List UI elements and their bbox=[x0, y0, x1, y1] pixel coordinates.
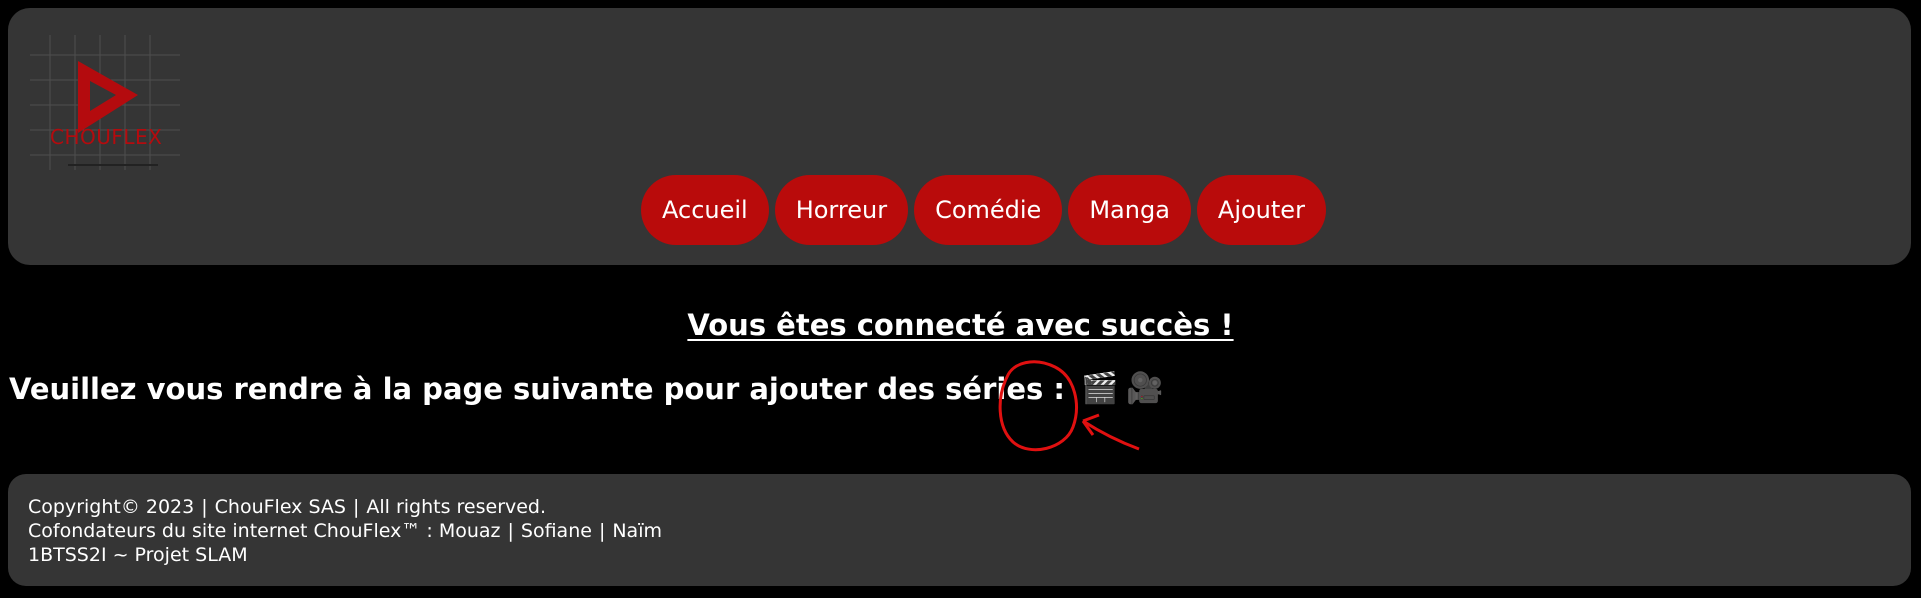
site-header: CHOUFLEX Accueil Horreur Comédie Manga A… bbox=[8, 8, 1911, 265]
footer-copyright-line: Copyright© 2023 | ChouFlex SAS | All rights … bbox=[28, 496, 547, 518]
nav-accueil-button[interactable]: Accueil bbox=[641, 175, 769, 245]
instruction-text: Veuillez vous rendre à la page suivante … bbox=[9, 372, 1065, 406]
founder-name: Mouaz bbox=[438, 520, 501, 542]
footer-founders-line: Cofondateurs du site internet ChouFlex™ … bbox=[28, 520, 662, 542]
instruction-row: Veuillez vous rendre à la page suivante … bbox=[9, 372, 1170, 406]
logo-text: CHOUFLEX bbox=[50, 125, 163, 149]
founder-name: Sofiane bbox=[520, 520, 592, 542]
movie-camera-icon: 🎥 bbox=[1126, 371, 1164, 406]
nav-horreur-button[interactable]: Horreur bbox=[774, 175, 909, 245]
chouflex-logo[interactable]: CHOUFLEX bbox=[30, 35, 185, 175]
success-message: Vous êtes connecté avec succès ! bbox=[687, 308, 1234, 342]
add-series-link[interactable]: 🎬 🎥 bbox=[1075, 374, 1170, 404]
clapperboard-icon: 🎬 bbox=[1080, 371, 1119, 406]
nav-manga-button[interactable]: Manga bbox=[1068, 175, 1191, 245]
company-text: ChouFlex SAS bbox=[214, 496, 346, 518]
page: CHOUFLEX Accueil Horreur Comédie Manga A… bbox=[0, 0, 1921, 598]
logo-mark-icon bbox=[30, 35, 180, 170]
site-footer: Copyright© 2023 | ChouFlex SAS | All rights … bbox=[8, 474, 1911, 586]
copyright-text: Copyright© 2023 bbox=[28, 496, 195, 518]
founder-name: Naïm bbox=[612, 520, 662, 542]
nav-ajouter-button[interactable]: Ajouter bbox=[1196, 175, 1326, 245]
main-nav: Accueil Horreur Comédie Manga Ajouter bbox=[641, 175, 1326, 245]
rights-text: All rights reserved. bbox=[366, 496, 547, 518]
founders-prefix: Cofondateurs du site internet ChouFlex™ … bbox=[28, 520, 433, 542]
nav-comedie-button[interactable]: Comédie bbox=[914, 175, 1063, 245]
footer-project-line: 1BTSS2I ~ Projet SLAM bbox=[28, 544, 248, 566]
